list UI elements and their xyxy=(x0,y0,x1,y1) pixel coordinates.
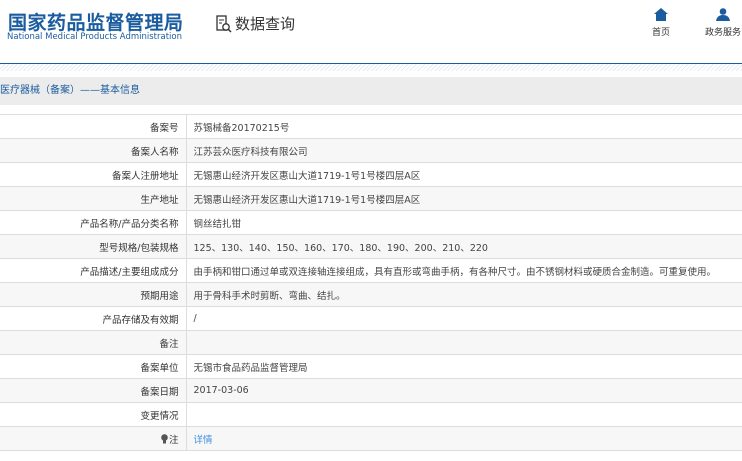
table-row: 备案人名称 江苏芸众医疗科技有限公司 xyxy=(0,138,742,163)
row-label: 型号规格/包装规格 xyxy=(0,234,187,259)
row-label: 生产地址 xyxy=(0,186,187,211)
row-label: 预期用途 xyxy=(0,282,187,307)
data-query-title: 数据查询 xyxy=(216,13,295,34)
row-value: 用于骨科手术时剪断、弯曲、结扎。 xyxy=(186,282,742,307)
row-label-text: 备案人注册地址 xyxy=(111,170,179,182)
header: 国家药品监督管理局 National Medical Products Admi… xyxy=(0,0,742,63)
row-label-text: 型号规格/包装规格 xyxy=(99,242,179,254)
table-row: 备案人注册地址 无锡惠山经济开发区惠山大道1719-1号1号楼四层A区 xyxy=(0,162,742,187)
row-label-text: 备案号 xyxy=(149,122,179,134)
row-label-text: 备案单位 xyxy=(140,362,179,374)
row-value: / xyxy=(186,306,742,331)
table-row: 备案单位 无锡市食品药品监督管理局 xyxy=(0,354,742,379)
row-value xyxy=(186,330,742,355)
row-label: 产品名称/产品分类名称 xyxy=(0,210,187,235)
row-value: 详情 xyxy=(186,426,742,451)
row-label: 变更情况 xyxy=(0,402,187,427)
row-label-text: 产品名称/产品分类名称 xyxy=(80,218,179,230)
table-row: 注 详情 xyxy=(0,426,742,451)
table-row: 产品名称/产品分类名称 钢丝结扎钳 xyxy=(0,210,742,235)
row-label: 备案人注册地址 xyxy=(0,162,187,187)
row-value: 苏锡械备20170215号 xyxy=(186,114,742,139)
nav-home-label: 首页 xyxy=(652,28,671,38)
nav-services-label: 政务服务 xyxy=(705,28,742,38)
table-row: 型号规格/包装规格 125、130、140、150、160、170、180、190… xyxy=(0,234,742,259)
row-label-text: 备案人名称 xyxy=(130,146,179,158)
table-row: 产品描述/主要组成成分 由手柄和钳口通过单或双连接轴连接组成，具有直形或弯曲手柄，… xyxy=(0,258,742,283)
row-value xyxy=(186,402,742,427)
bulb-icon xyxy=(161,433,168,443)
row-label-text: 备案日期 xyxy=(140,386,179,398)
row-label: 备案号 xyxy=(0,114,187,139)
decorative-stripe xyxy=(0,64,742,71)
table-row: 备注 xyxy=(0,330,742,355)
table-row: 预期用途 用于骨科手术时剪断、弯曲、结扎。 xyxy=(0,282,742,307)
row-value: 由手柄和钳口通过单或双连接轴连接组成，具有直形或弯曲手柄，有各种尺寸。由不锈钢材… xyxy=(186,258,742,283)
row-value: 无锡市食品药品监督管理局 xyxy=(186,354,742,379)
table-row: 生产地址 无锡惠山经济开发区惠山大道1719-1号1号楼四层A区 xyxy=(0,186,742,211)
table-row: 备案号 苏锡械备20170215号 xyxy=(0,114,742,139)
row-label-text: 生产地址 xyxy=(140,194,179,206)
document-search-icon xyxy=(216,14,232,33)
row-label: 备案单位 xyxy=(0,354,187,379)
logo-subtitle: National Medical Products Administration xyxy=(7,32,182,42)
row-label-text: 备注 xyxy=(159,338,179,350)
row-label-text: 产品描述/主要组成成分 xyxy=(80,266,179,278)
row-value: 钢丝结扎钳 xyxy=(186,210,742,235)
row-label-text: 变更情况 xyxy=(140,410,179,422)
row-label: 备注 xyxy=(0,330,187,355)
row-label-text: 预期用途 xyxy=(140,290,179,302)
row-label: 产品存储及有效期 xyxy=(0,306,187,331)
section-label: 数据查询 xyxy=(235,15,296,33)
row-value: 无锡惠山经济开发区惠山大道1719-1号1号楼四层A区 xyxy=(186,186,742,211)
row-value: 无锡惠山经济开发区惠山大道1719-1号1号楼四层A区 xyxy=(186,162,742,187)
row-label: 备案人名称 xyxy=(0,138,187,163)
table-row: 变更情况 xyxy=(0,402,742,427)
breadcrumb: 医疗器械（备案）——基本信息 xyxy=(0,77,742,105)
details-link[interactable]: 详情 xyxy=(194,435,213,446)
home-icon xyxy=(654,8,668,21)
user-icon xyxy=(716,8,730,21)
detail-table: 备案号 苏锡械备20170215号 备案人名称 江苏芸众医疗科技有限公司 备案人注册地址… xyxy=(0,114,742,451)
row-value: 2017-03-06 xyxy=(186,378,742,403)
table-row: 备案日期 2017-03-06 xyxy=(0,378,742,403)
nav-home[interactable]: 首页 xyxy=(652,8,670,38)
row-label: 产品描述/主要组成成分 xyxy=(0,258,187,283)
row-label-text: 注 xyxy=(168,434,179,446)
table-row: 产品存储及有效期 / xyxy=(0,306,742,331)
row-label: 备案日期 xyxy=(0,378,187,403)
row-label: 注 xyxy=(0,426,187,451)
row-value: 125、130、140、150、160、170、180、190、200、210、… xyxy=(186,234,742,259)
logo-title[interactable]: 国家药品监督管理局 xyxy=(8,8,184,35)
row-label-text: 产品存储及有效期 xyxy=(102,314,179,326)
row-value: 江苏芸众医疗科技有限公司 xyxy=(186,138,742,163)
nav-government-services[interactable]: 政务服务 xyxy=(705,8,741,38)
